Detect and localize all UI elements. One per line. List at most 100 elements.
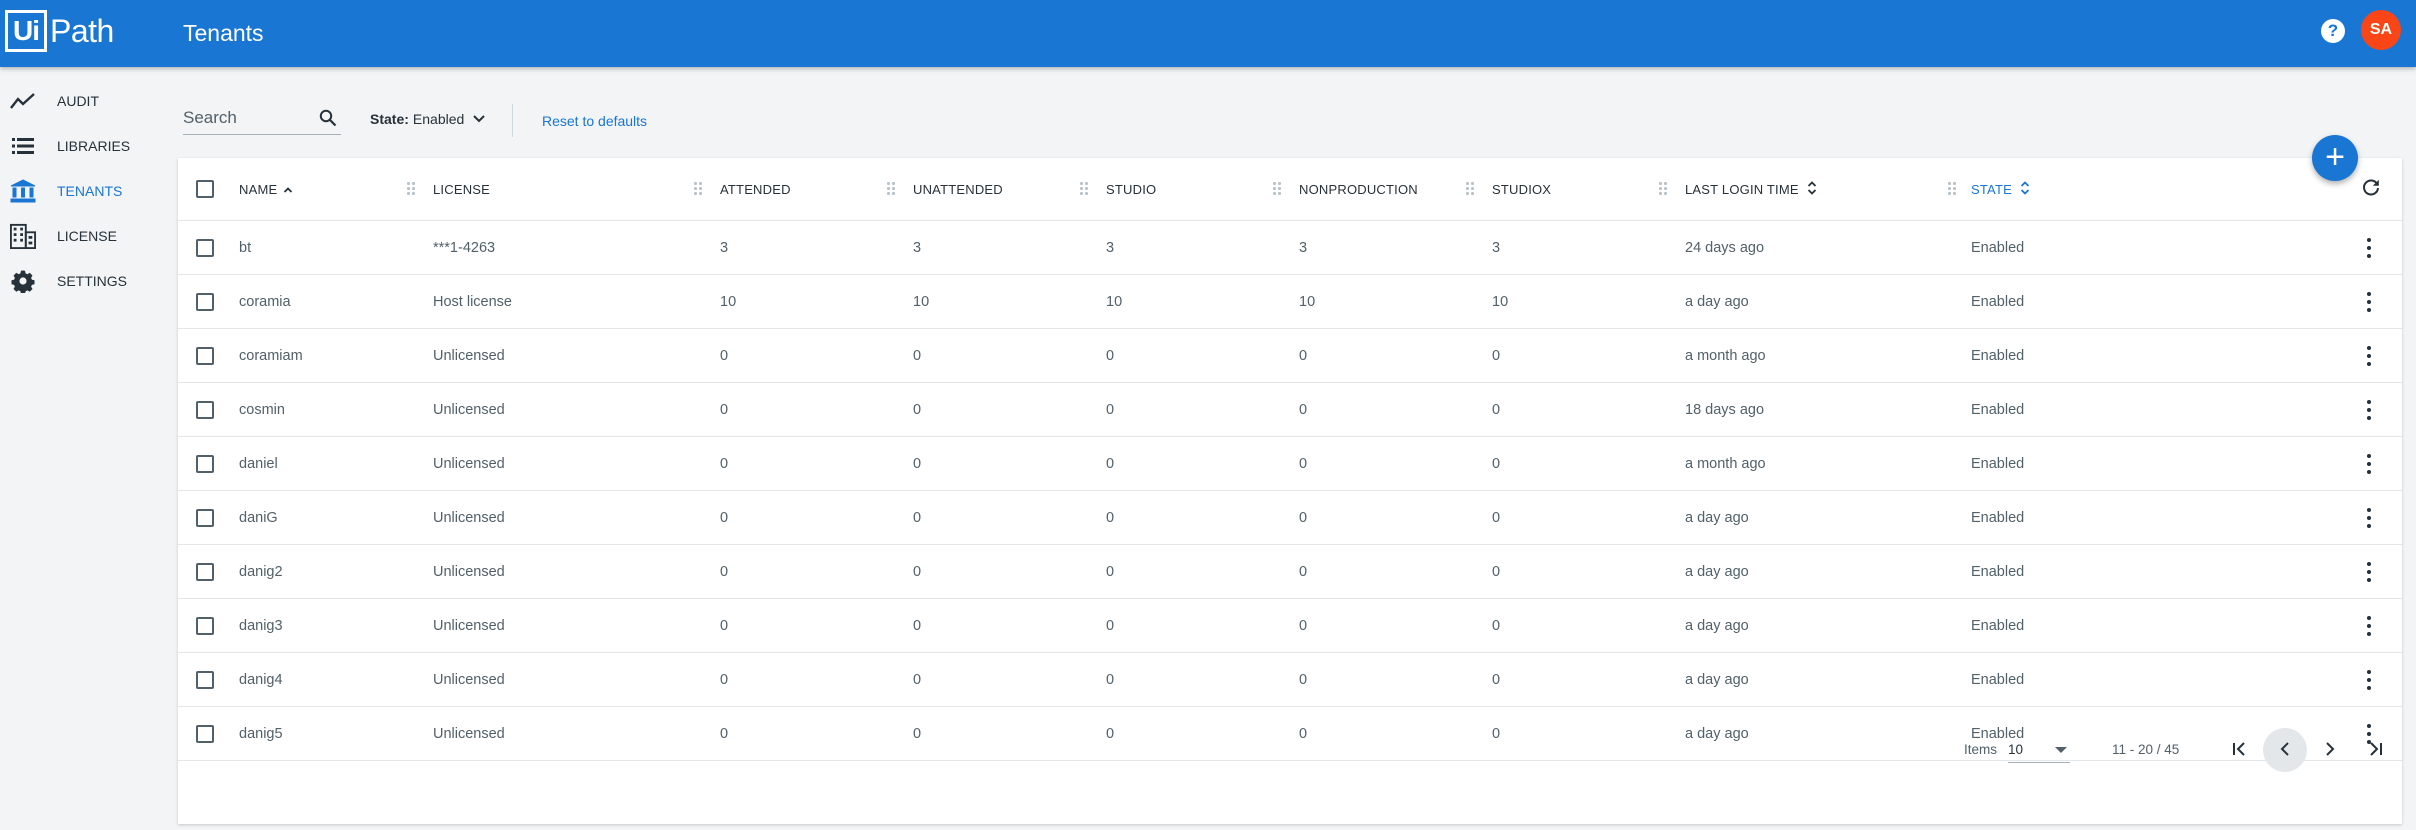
column-resize-handle[interactable]: [1080, 182, 1088, 196]
cell-name[interactable]: danig2: [239, 545, 283, 598]
column-header-nonproduction[interactable]: NONPRODUCTION: [1299, 158, 1418, 220]
cell-name[interactable]: daniG: [239, 491, 278, 544]
column-header-name[interactable]: NAME: [239, 158, 293, 220]
row-checkbox[interactable]: [196, 275, 214, 328]
first-page-button[interactable]: [2218, 728, 2262, 772]
state-filter-dropdown[interactable]: State: Enabled: [370, 111, 486, 127]
cell-studio: 0: [1106, 671, 1115, 688]
cell-unattended: 0: [913, 671, 922, 688]
row-checkbox[interactable]: [196, 491, 214, 544]
cell-studiox: 0: [1492, 563, 1501, 580]
table-row[interactable]: daniG Unlicensed 0 0 0 0 0 a day ago Enabled: [178, 491, 2402, 545]
row-actions-button[interactable]: [2367, 545, 2371, 598]
cell-attended: 3: [720, 239, 729, 256]
row-checkbox[interactable]: [196, 437, 214, 490]
row-checkbox[interactable]: [196, 599, 214, 652]
table-body: bt ***1-4263 3 3 3 3 3 24 days ago Enabled corami…: [178, 221, 2402, 761]
column-resize-handle[interactable]: [407, 182, 415, 196]
cell-last-login-time: a day ago: [1685, 563, 1749, 580]
row-checkbox[interactable]: [196, 221, 214, 274]
table-row[interactable]: daniel Unlicensed 0 0 0 0 0 a month ago Enabled: [178, 437, 2402, 491]
sidebar-item-label: LICENSE: [57, 227, 117, 244]
cell-last-login-time: a month ago: [1685, 455, 1766, 472]
column-resize-handle[interactable]: [1948, 182, 1956, 196]
cell-attended: 0: [720, 509, 729, 526]
search-field[interactable]: [183, 103, 341, 135]
column-header-unattended[interactable]: UNATTENDED: [913, 158, 1003, 220]
table-row[interactable]: danig4 Unlicensed 0 0 0 0 0 a day ago Enabled: [178, 653, 2402, 707]
table-row[interactable]: cosmin Unlicensed 0 0 0 0 0 18 days ago Enabled: [178, 383, 2402, 437]
cell-state: Enabled: [1971, 617, 2025, 634]
uipath-logo[interactable]: Ui Path: [5, 10, 114, 52]
row-actions-button[interactable]: [2367, 383, 2371, 436]
table-row[interactable]: coramia Host license 10 10 10 10 10 a day ago En…: [178, 275, 2402, 329]
next-page-button[interactable]: [2308, 728, 2352, 772]
top-bar: Ui Path Tenants ? SA: [0, 0, 2416, 67]
cell-license: Unlicensed: [433, 617, 505, 634]
chevron-left-icon: [2278, 741, 2292, 760]
table-row[interactable]: danig2 Unlicensed 0 0 0 0 0 a day ago Enabled: [178, 545, 2402, 599]
search-icon[interactable]: [319, 109, 337, 132]
column-header-license[interactable]: LICENSE: [433, 158, 490, 220]
row-actions-button[interactable]: [2367, 653, 2371, 706]
reset-to-defaults-link[interactable]: Reset to defaults: [542, 113, 647, 129]
cell-state: Enabled: [1971, 239, 2025, 256]
items-per-page-select[interactable]: 10: [2008, 737, 2070, 763]
cell-name[interactable]: cosmin: [239, 383, 285, 436]
column-header-last-login-time[interactable]: LAST LOGIN TIME: [1685, 158, 1817, 220]
cell-studiox: 0: [1492, 401, 1501, 418]
table-row[interactable]: coramiam Unlicensed 0 0 0 0 0 a month ago Enable…: [178, 329, 2402, 383]
column-header-attended[interactable]: ATTENDED: [720, 158, 791, 220]
column-resize-handle[interactable]: [694, 182, 702, 196]
row-actions-button[interactable]: [2367, 437, 2371, 490]
row-actions-button[interactable]: [2367, 599, 2371, 652]
cell-last-login-time: a day ago: [1685, 293, 1749, 310]
sidebar-item-audit[interactable]: AUDIT: [0, 78, 170, 123]
sidebar-item-libraries[interactable]: LIBRARIES: [0, 123, 170, 168]
column-header-studiox[interactable]: STUDIOX: [1492, 158, 1551, 220]
table-row[interactable]: bt ***1-4263 3 3 3 3 3 24 days ago Enabled: [178, 221, 2402, 275]
column-resize-handle[interactable]: [1659, 182, 1667, 196]
cell-name[interactable]: coramiam: [239, 329, 303, 382]
column-resize-handle[interactable]: [887, 182, 895, 196]
table-row[interactable]: danig3 Unlicensed 0 0 0 0 0 a day ago Enabled: [178, 599, 2402, 653]
list-icon: [10, 133, 36, 159]
cell-name[interactable]: danig3: [239, 599, 283, 652]
add-tenant-button[interactable]: +: [2312, 135, 2358, 181]
row-actions-button[interactable]: [2367, 275, 2371, 328]
row-checkbox[interactable]: [196, 383, 214, 436]
chevron-down-icon: [472, 111, 486, 127]
sidebar-item-tenants[interactable]: TENANTS: [0, 168, 170, 213]
column-resize-handle[interactable]: [1466, 182, 1474, 196]
cell-studio: 0: [1106, 347, 1115, 364]
row-checkbox[interactable]: [196, 653, 214, 706]
row-actions-button[interactable]: [2367, 329, 2371, 382]
last-page-button[interactable]: [2353, 728, 2397, 772]
column-resize-handle[interactable]: [1273, 182, 1281, 196]
refresh-icon[interactable]: [2361, 178, 2381, 203]
row-actions-button[interactable]: [2367, 491, 2371, 544]
column-header-studio[interactable]: STUDIO: [1106, 158, 1156, 220]
cell-nonproduction: 0: [1299, 671, 1308, 688]
row-checkbox[interactable]: [196, 329, 214, 382]
pagination-bar: Items 10 11 - 20 / 45: [178, 713, 2402, 823]
last-page-icon: [2366, 741, 2384, 760]
cell-name[interactable]: daniel: [239, 437, 278, 490]
more-vert-icon: [2367, 669, 2371, 690]
previous-page-button[interactable]: [2263, 728, 2307, 772]
more-vert-icon: [2367, 399, 2371, 420]
sidebar-item-license[interactable]: LICENSE: [0, 213, 170, 258]
cell-name[interactable]: coramia: [239, 275, 291, 328]
column-header-state[interactable]: STATE: [1971, 158, 2030, 220]
column-header-label: LAST LOGIN TIME: [1685, 181, 1799, 197]
user-avatar[interactable]: SA: [2361, 10, 2401, 50]
search-input[interactable]: [183, 103, 308, 133]
cell-name[interactable]: danig4: [239, 653, 283, 706]
row-checkbox[interactable]: [196, 545, 214, 598]
sidebar-item-settings[interactable]: SETTINGS: [0, 258, 170, 303]
select-all-checkbox[interactable]: [196, 158, 214, 220]
cell-state: Enabled: [1971, 509, 2025, 526]
cell-name[interactable]: bt: [239, 221, 251, 274]
row-actions-button[interactable]: [2367, 221, 2371, 274]
help-icon[interactable]: ?: [2321, 19, 2345, 43]
